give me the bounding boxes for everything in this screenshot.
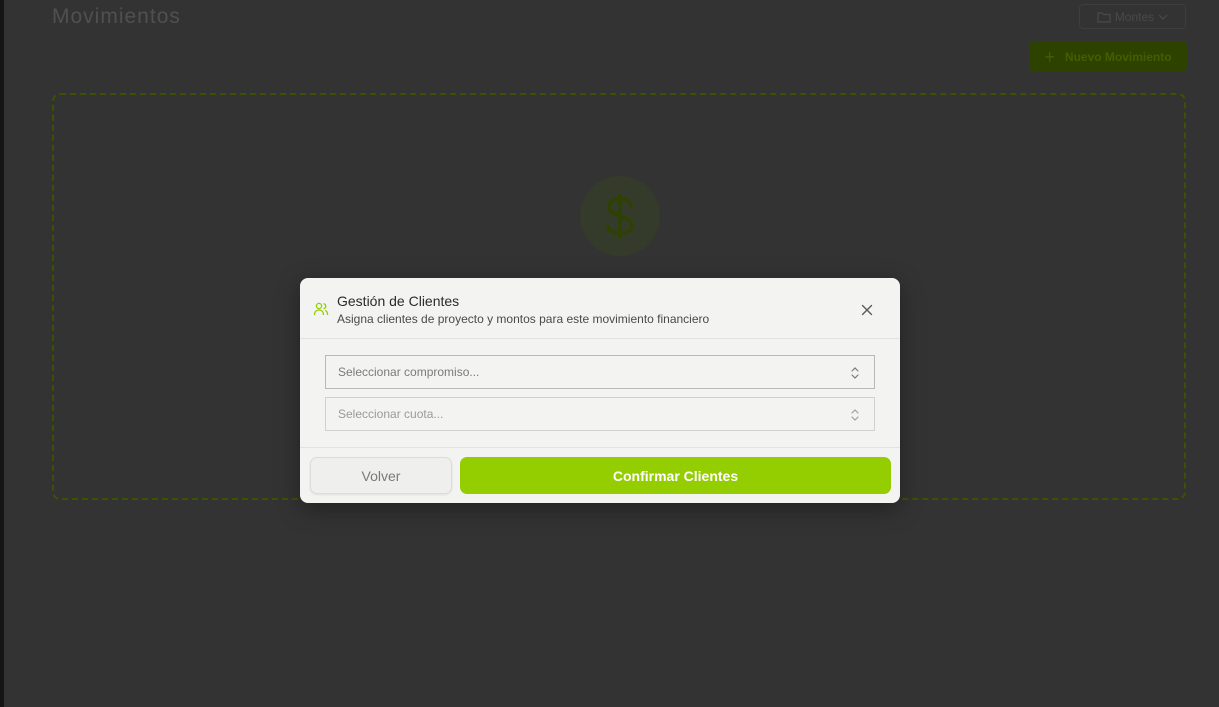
chevron-up-down-icon (851, 409, 859, 421)
users-icon (313, 302, 329, 316)
page-title: Movimientos (52, 5, 181, 28)
chevron-up-down-icon (851, 367, 859, 379)
folder-select-label: Montes (1114, 9, 1155, 24)
modal-header: Gestión de Clientes Asigna clientes de p… (300, 278, 900, 339)
modal-body: Seleccionar compromiso... Seleccionar cu… (300, 339, 900, 447)
commitment-select[interactable]: Seleccionar compromiso... (325, 355, 875, 389)
back-button[interactable]: Volver (310, 457, 452, 494)
modal-title: Gestión de Clientes (337, 293, 460, 309)
installment-select-placeholder: Seleccionar cuota... (338, 407, 444, 421)
installment-select[interactable]: Seleccionar cuota... (325, 397, 875, 431)
chevron-down-icon (1158, 14, 1168, 20)
new-movement-label: Nuevo Movimiento (1064, 49, 1172, 64)
new-movement-button[interactable]: + Nuevo Movimiento (1029, 41, 1187, 72)
modal-footer: Volver Confirmar Clientes (300, 447, 900, 503)
close-button[interactable] (856, 299, 878, 321)
empty-state-badge (580, 176, 660, 256)
client-management-modal: Gestión de Clientes Asigna clientes de p… (300, 278, 900, 503)
plus-icon: + (1044, 46, 1055, 67)
modal-subtitle: Asigna clientes de proyecto y montos par… (337, 312, 710, 326)
folder-icon (1097, 11, 1111, 23)
folder-select[interactable]: Montes (1079, 4, 1186, 29)
close-icon (861, 304, 873, 316)
confirm-clients-button[interactable]: Confirmar Clientes (460, 457, 891, 494)
commitment-select-placeholder: Seleccionar compromiso... (338, 365, 480, 379)
dollar-icon (606, 193, 634, 239)
